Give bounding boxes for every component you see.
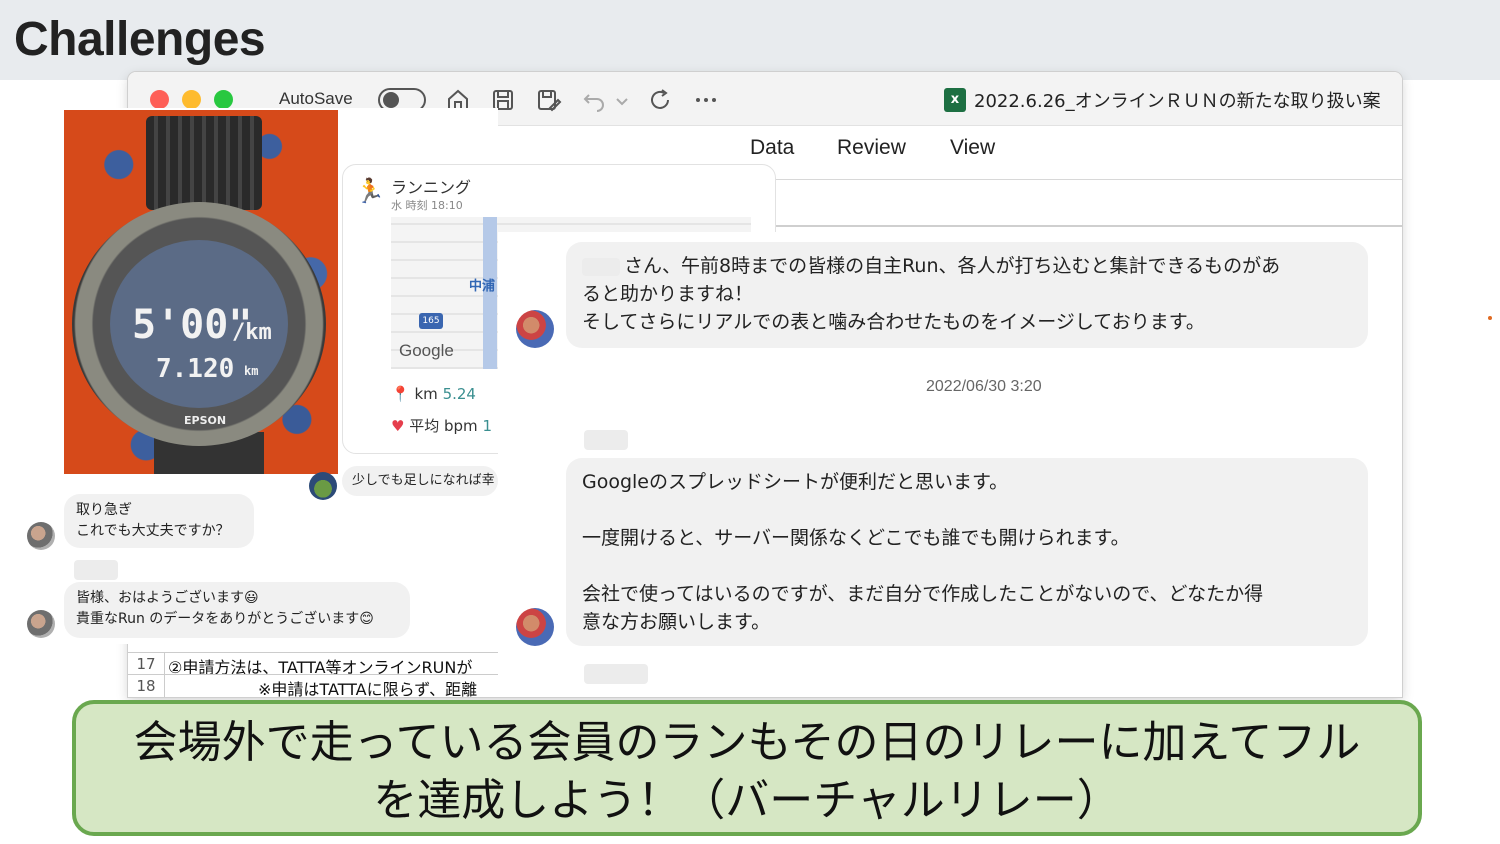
autosave-label: AutoSave (279, 89, 353, 108)
row-number: 17 (136, 655, 156, 673)
ribbon-tab-review[interactable]: Review (837, 136, 906, 160)
route-shield: 165 (419, 313, 443, 329)
chat-message-text: さん、午前8時までの皆様の自主Run、各人が打ち込むと集計できるものがあ (582, 252, 1352, 280)
avatar[interactable] (516, 310, 554, 348)
watch-pace-unit: /km (232, 320, 272, 345)
excel-file-icon: x (944, 88, 966, 112)
zoom-window-button[interactable] (214, 90, 233, 109)
chat-message-text: 皆様、おはようございます😃 (76, 590, 259, 606)
avatar[interactable] (27, 610, 55, 638)
chat-message-text: 一度開けると、サーバー関係なくどこでも誰でも開けられます。 (582, 527, 1130, 549)
save-as-icon[interactable] (534, 86, 562, 114)
right-chat-panel: さん、午前8時までの皆様の自主Run、各人が打ち込むと集計できるものがあ ると助… (498, 232, 1402, 694)
run-title: ランニング (391, 178, 472, 197)
left-chat-panel: 5'00" /km 7.120 km EPSON 🏃 ランニング 水 時刻 18… (12, 108, 776, 644)
row-separator (164, 675, 165, 697)
callout-box: 会場外で走っている会員のランもその日のリレーに加えてフル を達成しよう！（バーチ… (72, 700, 1422, 836)
chat-message-text: 意な方お願いします。 (582, 611, 771, 633)
more-icon[interactable] (692, 86, 720, 114)
running-icon: 🏃 (355, 177, 385, 205)
distance-label: km (414, 385, 438, 403)
run-heart-rate: ♥ 平均 bpm 1 (391, 415, 492, 436)
chat-message-line: さん、午前8時までの皆様の自主Run、各人が打ち込むと集計できるものがあ (624, 255, 1281, 277)
minimize-window-button[interactable] (182, 90, 201, 109)
watch-distance-unit: km (244, 364, 259, 378)
chat-bubble: 皆様、おはようございます😃 貴重なRun のデータをありがとうございます😊 (64, 582, 410, 638)
run-time: 水 時刻 18:10 (391, 199, 463, 212)
chat-bubble: 取り急ぎ これでも大丈夫ですか？ (64, 494, 254, 548)
avatar[interactable] (27, 522, 55, 550)
chat-message-text: そしてさらにリアルでの表と噛み合わせたものをイメージしております。 (582, 311, 1205, 333)
undo-icon[interactable] (580, 86, 608, 114)
row-number: 18 (136, 677, 156, 695)
table-row[interactable]: 18 ※申請はTATTAに限らず、距離 (128, 674, 508, 697)
sender-name-redacted (584, 664, 648, 684)
chat-bubble: 少しでも足しになれば幸 (342, 466, 498, 496)
edge-marker (1488, 316, 1492, 320)
row-separator (164, 653, 165, 675)
chat-bubble: さん、午前8時までの皆様の自主Run、各人が打ち込むと集計できるものがあ ると助… (566, 242, 1368, 348)
heart-icon: ♥ (391, 417, 405, 435)
watch-photo[interactable]: 5'00" /km 7.120 km EPSON (64, 110, 338, 474)
undo-dropdown-chevron-icon[interactable] (614, 86, 630, 114)
chat-bubble: Googleのスプレッドシートが便利だと思います。 一度開けると、サーバー関係な… (566, 458, 1368, 646)
heart-rate-value: 1 (482, 417, 492, 435)
ribbon-tab-data[interactable]: Data (750, 136, 794, 160)
cell-text[interactable]: ※申請はTATTAに限らず、距離 (258, 676, 477, 697)
chat-message-text: 取り急ぎ (76, 502, 132, 518)
avatar[interactable] (309, 472, 337, 500)
callout-line-2: を達成しよう！（バーチャルリレー） (373, 775, 1121, 826)
file-name: 2022.6.26_オンラインＲＵＮの新たな取り扱い案 (974, 91, 1381, 112)
close-window-button[interactable] (150, 90, 169, 109)
slide-title: Challenges (14, 13, 266, 66)
distance-value: 5.24 (442, 385, 476, 403)
chat-message-text: ると助かりますね！ (582, 283, 754, 305)
avatar[interactable] (516, 608, 554, 646)
sender-name-redacted (582, 257, 620, 276)
chat-timestamp: 2022/06/30 3:20 (926, 378, 1042, 395)
run-distance: 📍 km 5.24 (391, 385, 476, 403)
callout-line-1: 会場外で走っている会員のランもその日のリレーに加えてフル (133, 717, 1361, 768)
sender-name-redacted (584, 430, 628, 450)
chat-message-text: 少しでも足しになれば幸 (352, 473, 495, 488)
chat-message-text: これでも大丈夫ですか？ (76, 523, 230, 539)
heart-rate-label: 平均 bpm (409, 417, 478, 435)
chat-message-text: 会社で使ってはいるのですが、まだ自分で作成したことがないので、どなたか得 (582, 583, 1264, 605)
sender-name-redacted (74, 560, 118, 580)
sheet-rows: 17 ②申請方法は、TATTA等オンラインRUNが 18 ※申請はTATTAに限… (128, 652, 508, 697)
map-place-label: 中浦 (469, 279, 496, 294)
google-logo: Google (399, 341, 454, 360)
redo-icon[interactable] (646, 86, 674, 114)
table-row[interactable]: 17 ②申請方法は、TATTA等オンラインRUNが (128, 652, 508, 677)
watch-strap (146, 116, 262, 210)
location-pin-icon: 📍 (391, 385, 410, 403)
ribbon-tab-view[interactable]: View (950, 136, 995, 160)
chat-message-text: 貴重なRun のデータをありがとうございます😊 (76, 611, 374, 627)
chat-message-text: Googleのスプレッドシートが便利だと思います。 (582, 471, 1009, 493)
watch-brand: EPSON (184, 414, 227, 427)
watch-distance: 7.120 (156, 354, 235, 384)
